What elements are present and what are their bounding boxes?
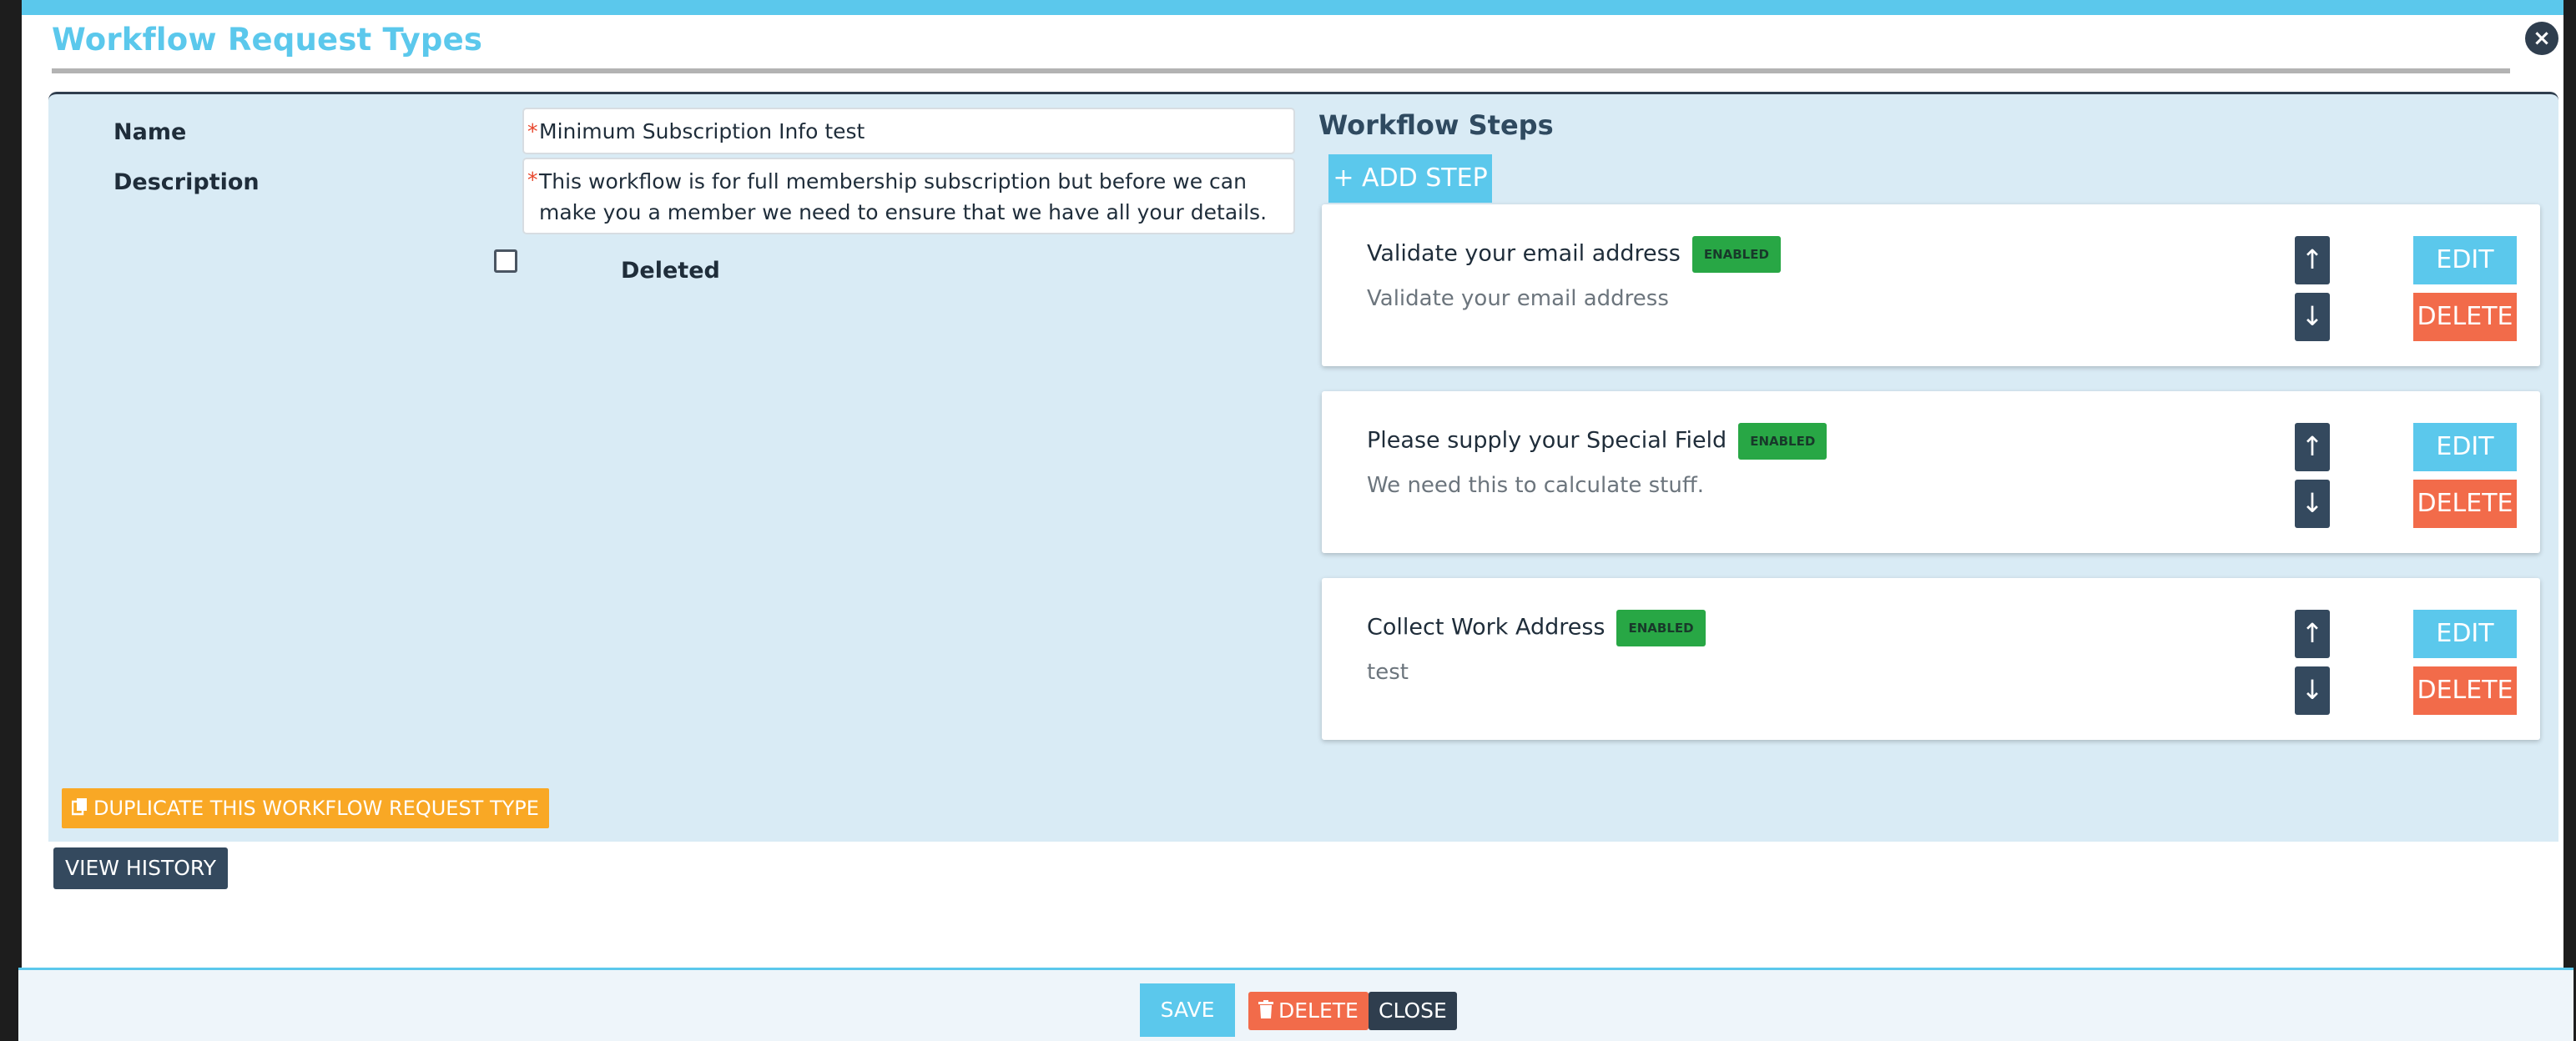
- delete-step-button[interactable]: DELETE: [2413, 666, 2517, 715]
- workflow-step-card: Please supply your Special Field ENABLED …: [1322, 391, 2540, 553]
- save-button[interactable]: SAVE: [1140, 983, 1235, 1037]
- delete-button[interactable]: DELETE: [1248, 992, 1369, 1030]
- workflow-dialog: Workflow Request Types × Name * Minimum …: [22, 0, 2563, 1041]
- dialog-title: Workflow Request Types: [52, 22, 483, 58]
- close-button[interactable]: CLOSE: [1369, 992, 1457, 1030]
- step-title: Collect Work Address: [1367, 614, 1606, 641]
- view-history-button[interactable]: VIEW HISTORY: [53, 847, 228, 889]
- step-description: Validate your email address: [1367, 286, 1669, 311]
- move-up-button[interactable]: ↑: [2295, 610, 2330, 658]
- move-up-button[interactable]: ↑: [2295, 236, 2330, 284]
- duplicate-label: DUPLICATE THIS WORKFLOW REQUEST TYPE: [93, 797, 539, 820]
- step-description: We need this to calculate stuff.: [1367, 473, 1704, 498]
- step-title-row: Validate your email address ENABLED: [1367, 236, 1781, 273]
- workflow-step-card: Validate your email address ENABLED Valid…: [1322, 204, 2540, 366]
- edit-step-button[interactable]: EDIT: [2413, 423, 2517, 471]
- move-down-button[interactable]: ↓: [2295, 666, 2330, 715]
- deleted-checkbox[interactable]: [494, 249, 517, 273]
- copy-icon: [71, 789, 88, 829]
- move-up-button[interactable]: ↑: [2295, 423, 2330, 471]
- description-label: Description: [113, 169, 260, 195]
- delete-step-button[interactable]: DELETE: [2413, 480, 2517, 528]
- top-accent-bar: [22, 0, 2563, 15]
- step-description: test: [1367, 660, 1409, 685]
- step-title: Validate your email address: [1367, 240, 1681, 267]
- duplicate-workflow-button[interactable]: DUPLICATE THIS WORKFLOW REQUEST TYPE: [62, 788, 549, 828]
- step-title-row: Please supply your Special Field ENABLED: [1367, 423, 1827, 460]
- step-title-row: Collect Work Address ENABLED: [1367, 610, 1706, 646]
- name-input[interactable]: * Minimum Subscription Info test: [522, 108, 1295, 154]
- close-icon[interactable]: ×: [2525, 22, 2558, 55]
- status-badge: ENABLED: [1738, 423, 1827, 460]
- add-step-button[interactable]: + ADD STEP: [1328, 154, 1492, 203]
- form-panel: Name * Minimum Subscription Info test De…: [48, 92, 2558, 842]
- workflow-steps-title: Workflow Steps: [1318, 109, 1554, 141]
- status-badge: ENABLED: [1691, 236, 1781, 273]
- required-mark: *: [527, 119, 538, 143]
- move-down-button[interactable]: ↓: [2295, 480, 2330, 528]
- required-mark: *: [527, 168, 538, 192]
- edit-step-button[interactable]: EDIT: [2413, 236, 2517, 284]
- description-textarea-value: This workflow is for full membership sub…: [539, 169, 1268, 224]
- deleted-label: Deleted: [621, 258, 720, 284]
- delete-step-button[interactable]: DELETE: [2413, 293, 2517, 341]
- name-input-value: Minimum Subscription Info test: [539, 119, 865, 143]
- delete-label: DELETE: [1278, 998, 1359, 1023]
- edit-step-button[interactable]: EDIT: [2413, 610, 2517, 658]
- trash-icon: [1258, 993, 1273, 1031]
- status-badge: ENABLED: [1616, 610, 1706, 646]
- step-title: Please supply your Special Field: [1367, 427, 1727, 454]
- description-textarea[interactable]: * This workflow is for full membership s…: [522, 158, 1295, 234]
- workflow-step-card: Collect Work Address ENABLED test ↑ ↓ EDI…: [1322, 578, 2540, 740]
- title-divider: [52, 68, 2510, 73]
- dialog-footer: SAVE DELETE CLOSE: [18, 968, 2573, 1041]
- name-label: Name: [113, 119, 187, 145]
- move-down-button[interactable]: ↓: [2295, 293, 2330, 341]
